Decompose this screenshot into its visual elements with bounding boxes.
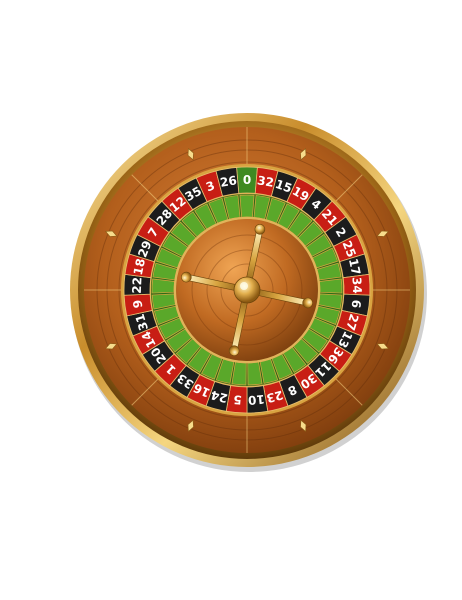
turret-hub: [233, 276, 261, 304]
turret-hub-highlight: [240, 282, 248, 290]
pocket-number-label: 26: [219, 173, 238, 190]
ball-pocket: [319, 278, 343, 294]
pocket-number-label: 32: [256, 173, 275, 190]
pocket-number-label: 6: [349, 299, 364, 309]
pocket-number-label: 0: [243, 173, 251, 187]
pocket-number-label: 34: [350, 277, 365, 294]
pocket-number-label: 5: [233, 392, 243, 407]
roulette-wheel[interactable]: 0 321519421225173462713361130823105241633…: [0, 0, 462, 600]
pocket-number-label: 22: [130, 277, 145, 294]
pocket-number-label: 9: [130, 299, 145, 309]
ball-pocket: [151, 278, 175, 294]
wheel-graphics: 0 321519421225173462713361130823105241633…: [70, 113, 427, 472]
pocket-number-label: 10: [247, 392, 265, 407]
ball-pocket: [239, 194, 255, 218]
roulette-stage: 0 32 15 19 4 21 2 25 17 34 6 27 13 36 11 30 8 23 10 5 24 16 33…: [0, 0, 462, 600]
